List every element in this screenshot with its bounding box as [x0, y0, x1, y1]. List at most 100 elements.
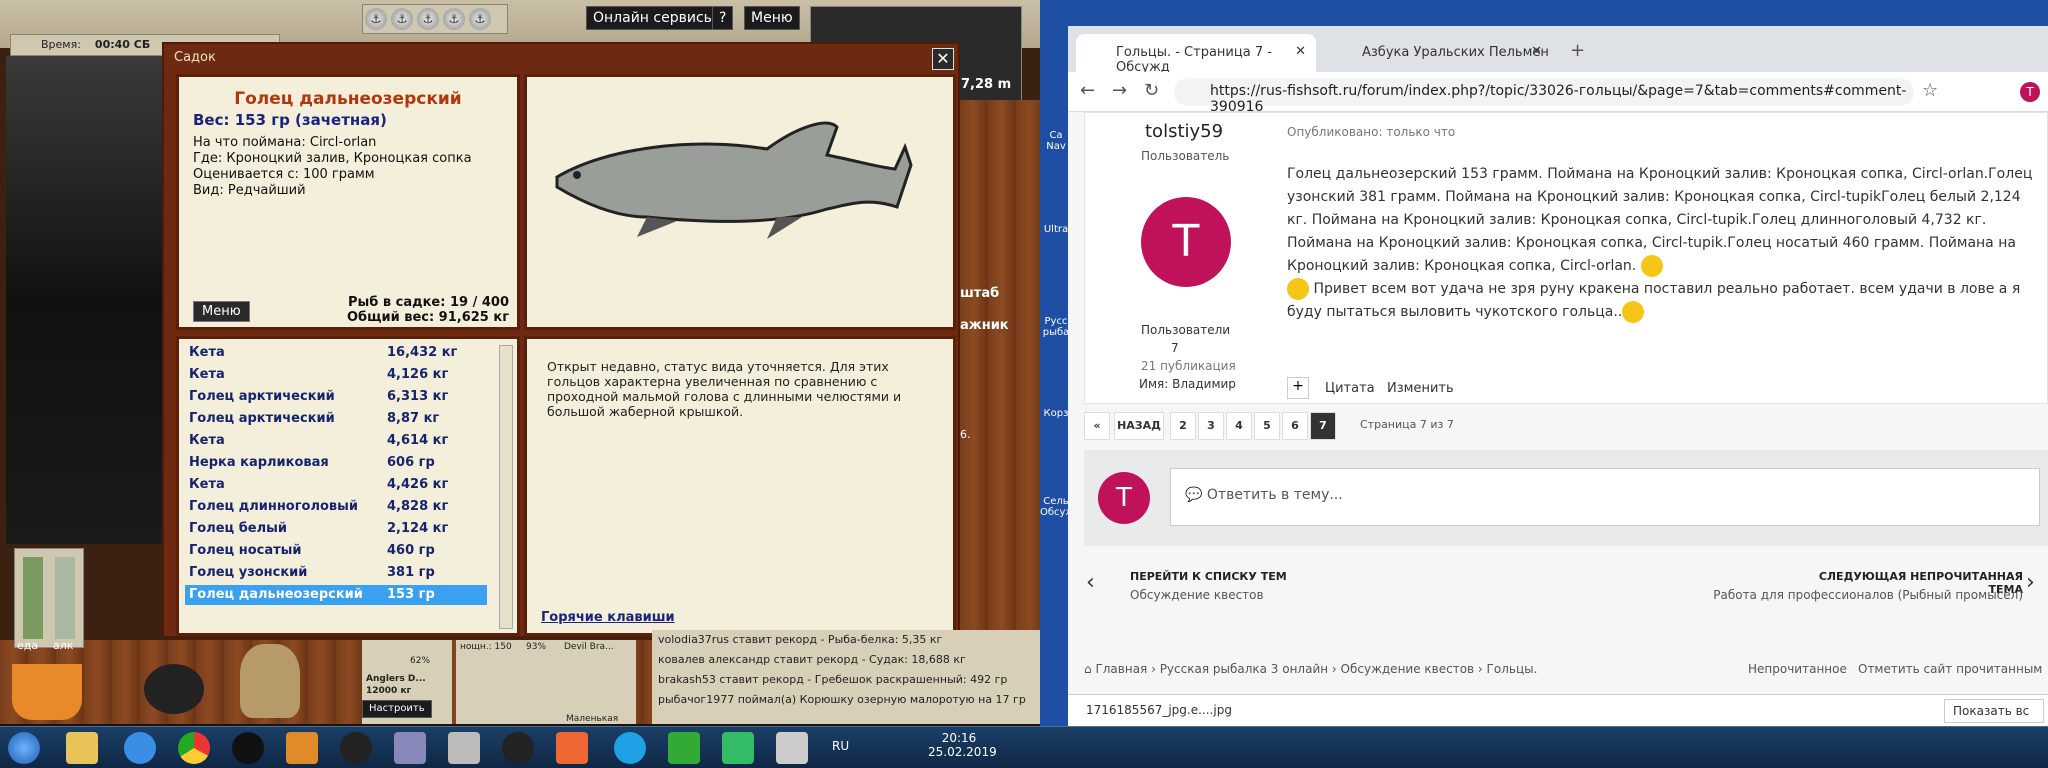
show-all-button[interactable]: Показать вс — [1944, 699, 2044, 723]
start-icon[interactable] — [8, 732, 40, 764]
new-tab-icon[interactable]: + — [1570, 40, 1585, 61]
online-services-button[interactable]: Онлайн сервисы — [586, 6, 722, 30]
media-icon[interactable] — [286, 732, 318, 764]
close-icon[interactable]: ✕ — [1531, 44, 1542, 59]
sadok-window: Садок ✕ Голец дальнеозерский Вес: 153 гр… — [162, 42, 960, 638]
multiquote-icon[interactable]: + — [1287, 377, 1309, 399]
list-scrollbar[interactable] — [499, 345, 513, 629]
forward-icon[interactable]: → — [1112, 80, 1127, 101]
tab-2[interactable]: Азбука Уральских Пельмен ✕ — [1322, 34, 1552, 72]
bucket-icon[interactable] — [12, 664, 82, 720]
reply-input[interactable]: 💬 Ответить в тему... — [1170, 468, 2040, 526]
url-field[interactable]: https://rus-fishsoft.ru/forum/index.php?… — [1174, 78, 1914, 115]
hook-icon[interactable]: ⚓ — [443, 8, 465, 30]
side-label: 6. — [960, 428, 971, 441]
explorer-icon[interactable] — [66, 732, 98, 764]
close-icon[interactable]: ✕ — [932, 48, 954, 70]
feed-item: brakash53 ставит рекорд - Гребешок раскр… — [658, 673, 1008, 686]
smile-icon — [1640, 255, 1663, 277]
list-item[interactable]: Голец арктический 6,313 кг — [185, 387, 487, 407]
hook-icon[interactable]: ⚓ — [417, 8, 439, 30]
list-item[interactable]: Кета 16,432 кг — [185, 343, 487, 363]
page-link[interactable]: 5 — [1254, 412, 1280, 440]
list-item[interactable]: Голец узонский 381 гр — [185, 563, 487, 583]
tackle-slot[interactable]: 62% Anglers D... 12000 кг Настроить — [362, 640, 452, 724]
lake-view[interactable] — [6, 56, 166, 544]
download-item[interactable]: 1716185567_jpg.e....jpg — [1086, 703, 1232, 717]
list-item[interactable]: Кета 4,426 кг — [185, 475, 487, 495]
first-page-icon[interactable]: « — [1084, 412, 1110, 440]
fish-location: Где: Кроноцкий залив, Кроноцкая сопка — [193, 151, 472, 166]
author-rep: 7 — [1171, 341, 1179, 355]
list-item[interactable]: Кета 4,126 кг — [185, 365, 487, 385]
clock-app-icon[interactable] — [232, 732, 264, 764]
page-link[interactable]: 2 — [1170, 412, 1196, 440]
tab-strip: Гольцы. - Страница 7 - Обсужд ✕ Азбука Ур… — [1068, 26, 2048, 75]
ie-icon[interactable] — [124, 732, 156, 764]
list-item[interactable]: Кета 4,614 кг — [185, 431, 487, 451]
mark-read-link[interactable]: Отметить сайт прочитанным — [1858, 662, 2042, 676]
app-icon[interactable] — [556, 732, 588, 764]
hotkeys-link[interactable]: Горячие клавиши — [541, 610, 675, 625]
quote-link[interactable]: Цитата — [1325, 381, 1375, 396]
reload-icon[interactable]: ↻ — [1144, 80, 1159, 101]
back-to-list-link[interactable]: ПЕРЕЙТИ К СПИСКУ ТЕМ — [1130, 570, 1287, 583]
alarm-icon[interactable] — [502, 732, 534, 764]
alcohol-bar — [55, 557, 75, 639]
clock-icon[interactable] — [340, 732, 372, 764]
language-indicator[interactable]: RU — [832, 739, 849, 753]
game-menu-button[interactable]: Меню — [744, 6, 800, 30]
hook-icon[interactable]: ⚓ — [469, 8, 491, 30]
breadcrumb[interactable]: ⌂ Главная › Русская рыбалка 3 онлайн › О… — [1084, 662, 1537, 676]
fish-bait: На что поймана: Circl-orlan — [193, 135, 377, 150]
post-author[interactable]: tolstiy59 — [1145, 121, 1223, 142]
list-item-selected[interactable]: Голец дальнеозерский 153 гр — [185, 585, 487, 605]
list-item[interactable]: Голец арктический 8,87 кг — [185, 409, 487, 429]
skype-icon[interactable] — [614, 732, 646, 764]
rr3-icon[interactable] — [394, 732, 426, 764]
tab-active[interactable]: Гольцы. - Страница 7 - Обсужд ✕ — [1076, 34, 1316, 75]
author-posts[interactable]: 21 публикация — [1141, 359, 1236, 373]
hook-icon[interactable]: ⚓ — [391, 8, 413, 30]
bait-slot[interactable]: нощн.: 150 93% Devil Bra... Маленькая — [456, 640, 636, 724]
prev-button[interactable]: НАЗАД — [1114, 412, 1164, 440]
profile-avatar[interactable]: T — [2020, 82, 2040, 102]
back-to-list-sub: Обсуждение квестов — [1130, 588, 1264, 602]
back-icon[interactable]: ← — [1080, 80, 1095, 101]
configure-button[interactable]: Настроить — [362, 700, 432, 718]
star-icon[interactable]: ☆ — [1922, 80, 1938, 101]
app-icon[interactable] — [448, 732, 480, 764]
edit-link[interactable]: Изменить — [1387, 381, 1454, 396]
page-link[interactable]: 3 — [1198, 412, 1224, 440]
unread-link[interactable]: Непрочитанное — [1748, 662, 1847, 676]
feed-item: volodia37rus ставит рекорд - Рыба-белка:… — [658, 633, 943, 646]
status-bars: еда алк — [14, 548, 84, 652]
hook-bar: ⚓ ⚓ ⚓ ⚓ ⚓ — [362, 4, 508, 34]
hook-icon[interactable]: ⚓ — [365, 8, 387, 30]
browser-window: Гольцы. - Страница 7 - Обсужд ✕ Азбука Ур… — [1068, 26, 2048, 726]
list-item[interactable]: Голец белый 2,124 кг — [185, 519, 487, 539]
help-button[interactable]: ? — [712, 6, 734, 30]
list-item[interactable]: Нерка карликовая 606 гр — [185, 453, 487, 473]
utorrent-icon[interactable] — [668, 732, 700, 764]
fish-count: Рыб в садке: 19 / 400 — [347, 295, 509, 310]
chevron-left-icon[interactable]: ‹ — [1086, 570, 1095, 595]
sadok-menu-button[interactable]: Меню — [193, 301, 250, 322]
author-avatar[interactable]: T — [1141, 197, 1231, 287]
chrome-icon[interactable] — [178, 732, 210, 764]
close-icon[interactable]: ✕ — [1295, 44, 1306, 59]
app-icon[interactable] — [722, 732, 754, 764]
bag-icon[interactable] — [240, 644, 300, 718]
page-link-current[interactable]: 7 — [1310, 412, 1336, 440]
forum-post: tolstiy59 Пользователь T Пользователи 7 … — [1084, 112, 2048, 404]
list-item[interactable]: Голец носатый 460 гр — [185, 541, 487, 561]
calculator-icon[interactable] — [776, 732, 808, 764]
page-link[interactable]: 6 — [1282, 412, 1308, 440]
list-item[interactable]: Голец длинноголовый 4,828 кг — [185, 497, 487, 517]
chevron-right-icon[interactable]: › — [2026, 570, 2035, 595]
page-link[interactable]: 4 — [1226, 412, 1252, 440]
clock[interactable]: 20:16 25.02.2019 — [928, 731, 997, 759]
fish-picture-panel — [524, 74, 956, 330]
page-info[interactable]: Страница 7 из 7 — [1360, 418, 1454, 431]
pot-icon[interactable] — [144, 664, 204, 714]
